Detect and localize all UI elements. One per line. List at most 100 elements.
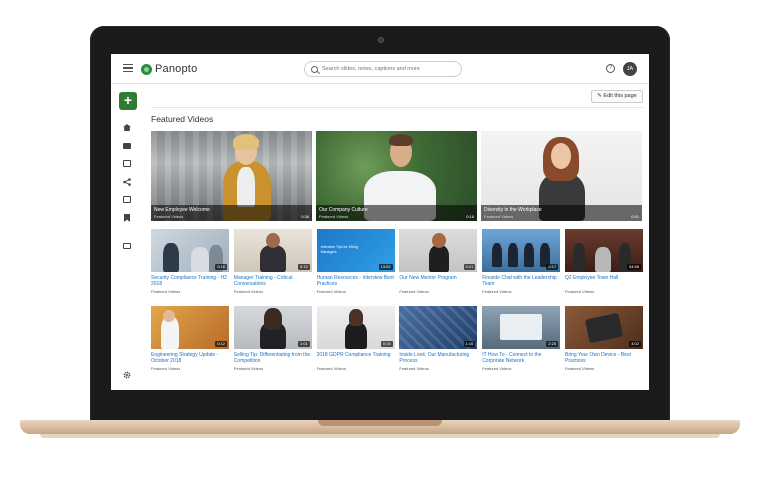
- featured-row: New Employee Welcome Featured Videos 0:3…: [151, 131, 643, 221]
- video-duration: 34:56: [626, 264, 641, 270]
- video-card[interactable]: 0:16 Security Compliance Training - H2 2…: [151, 229, 229, 296]
- video-thumbnail[interactable]: 34:56: [564, 229, 643, 272]
- video-thumbnail[interactable]: 1:16: [399, 306, 478, 349]
- search-icon: [311, 65, 318, 73]
- video-duration: 1:16: [463, 341, 476, 347]
- video-title[interactable]: Security Compliance Training - H2 2018: [151, 275, 229, 288]
- video-card[interactable]: Interview Tips for Hiring Managers 13:52…: [316, 229, 395, 296]
- video-thumbnail[interactable]: 0:21: [399, 229, 478, 272]
- video-card[interactable]: 34:56 Q2 Employee Town Hall Featured Vid…: [564, 229, 643, 296]
- featured-video[interactable]: Our Company Culture Featured Videos 0:16: [316, 131, 477, 221]
- video-thumbnail[interactable]: Interview Tips for Hiring Managers 13:52: [316, 229, 395, 272]
- video-title[interactable]: 2018 GDPR Compliance Training: [317, 352, 395, 365]
- video-duration: 1:01: [298, 341, 310, 347]
- header-divider: [151, 107, 643, 108]
- video-subtitle: Featured Videos: [482, 289, 512, 294]
- laptop-shadow: [40, 434, 720, 438]
- video-card[interactable]: 4:02 Bring Your Own Device - Best Practi…: [564, 306, 643, 373]
- share-icon[interactable]: [123, 178, 131, 186]
- video-duration: 0:17: [546, 264, 559, 270]
- video-card[interactable]: 0:12 Engineering Strategy Update - Octob…: [151, 306, 229, 373]
- featured-video[interactable]: New Employee Welcome Featured Videos 0:3…: [151, 131, 312, 221]
- video-thumbnail[interactable]: 2:25: [482, 306, 561, 349]
- logo[interactable]: Panopto: [141, 62, 197, 76]
- video-thumbnail[interactable]: 0:13: [233, 229, 312, 272]
- video-thumbnail[interactable]: 0:17: [482, 229, 561, 272]
- featured-title: New Employee Welcome: [154, 207, 210, 213]
- create-button[interactable]: +: [119, 92, 137, 110]
- video-thumbnail[interactable]: 1:01: [233, 306, 312, 349]
- video-title[interactable]: IT How To - Connect to the Corporate Net…: [482, 352, 560, 365]
- video-thumbnail[interactable]: 0:16: [151, 229, 229, 272]
- video-thumbnail[interactable]: 0:15: [316, 306, 395, 349]
- video-duration: 0:15: [380, 341, 393, 347]
- folder-icon[interactable]: [123, 142, 131, 150]
- video-duration: 2:25: [546, 341, 559, 347]
- video-subtitle: Featured Videos: [151, 366, 181, 371]
- video-title[interactable]: Fireside Chat with the Leadership Team: [482, 275, 560, 288]
- stack-icon[interactable]: [123, 160, 131, 168]
- video-grid: 0:16 Security Compliance Training - H2 2…: [151, 229, 643, 373]
- featured-title: Diversity in the Workplace: [484, 207, 542, 213]
- video-title[interactable]: Our New Mentor Program: [399, 275, 477, 288]
- video-title[interactable]: Inside Look: Our Manufacturing Process: [399, 352, 477, 365]
- video-card[interactable]: 2:25 IT How To - Connect to the Corporat…: [482, 306, 561, 373]
- logo-text: Panopto: [155, 63, 198, 75]
- edit-page-button[interactable]: ✎ Edit this page: [591, 90, 643, 103]
- video-card[interactable]: 0:21 Our New Mentor Program Featured Vid…: [399, 229, 478, 296]
- video-duration: 0:16: [215, 264, 227, 270]
- video-subtitle: Featured Videos: [151, 289, 181, 294]
- app-screen: Panopto ? JA + ✎ Edit this page Featured…: [111, 54, 649, 390]
- video-duration: 0:12: [215, 341, 227, 347]
- featured-duration: 0:51: [631, 214, 639, 219]
- camera-dot: [378, 37, 384, 43]
- top-bar: Panopto ? JA: [111, 54, 649, 84]
- avatar[interactable]: JA: [623, 62, 637, 76]
- video-title[interactable]: Bring Your Own Device - Best Practices: [565, 352, 643, 365]
- video-subtitle: Featured Videos: [399, 366, 429, 371]
- video-thumbnail[interactable]: 0:12: [151, 306, 229, 349]
- video-subtitle: Featured Videos: [316, 366, 346, 371]
- gear-icon[interactable]: [123, 371, 131, 379]
- folder-outline-icon[interactable]: [123, 242, 131, 250]
- video-title[interactable]: Manager Training - Critical Conversation…: [234, 275, 312, 288]
- panopto-logo-icon: [141, 63, 152, 75]
- video-title[interactable]: Engineering Strategy Update - October 20…: [151, 352, 229, 365]
- featured-subtitle: Featured Videos: [484, 214, 514, 219]
- featured-duration: 0:36: [301, 214, 309, 219]
- featured-video[interactable]: Diversity in the Workplace Featured Vide…: [481, 131, 642, 221]
- search-input[interactable]: [322, 66, 452, 72]
- video-title[interactable]: Q2 Employee Town Hall: [565, 275, 643, 288]
- video-duration: 0:13: [298, 264, 310, 270]
- video-subtitle: Featured Videos: [399, 289, 429, 294]
- video-title[interactable]: Human Resources - Interview Best Practic…: [317, 275, 395, 288]
- video-subtitle: Featured Videos: [233, 289, 264, 294]
- video-card[interactable]: 1:16 Inside Look: Our Manufacturing Proc…: [399, 306, 478, 373]
- bookmark-icon[interactable]: [123, 214, 131, 222]
- list-icon[interactable]: [123, 196, 131, 204]
- left-rail: +: [111, 84, 143, 390]
- video-card[interactable]: 1:01 Selling Tip: Differentiating from t…: [233, 306, 312, 373]
- video-duration: 13:52: [378, 264, 393, 270]
- video-title[interactable]: Selling Tip: Differentiating from the Co…: [234, 352, 312, 365]
- help-icon[interactable]: ?: [606, 64, 615, 73]
- home-icon[interactable]: [123, 124, 131, 132]
- video-subtitle: Featured Videos: [482, 366, 512, 371]
- featured-title: Our Company Culture: [319, 207, 368, 213]
- video-duration: 0:21: [463, 264, 476, 270]
- menu-icon[interactable]: [123, 64, 133, 72]
- video-subtitle: Featured Videos: [564, 289, 595, 294]
- featured-subtitle: Featured Videos: [154, 214, 184, 219]
- main-content: ✎ Edit this page Featured Videos New Emp…: [151, 84, 643, 390]
- video-thumbnail[interactable]: 4:02: [564, 306, 643, 349]
- laptop-notch: [318, 420, 442, 426]
- video-card[interactable]: 0:17 Fireside Chat with the Leadership T…: [482, 229, 561, 296]
- video-card[interactable]: 0:13 Manager Training - Critical Convers…: [233, 229, 312, 296]
- video-subtitle: Featured Videos: [316, 289, 346, 294]
- video-card[interactable]: 0:15 2018 GDPR Compliance Training Featu…: [316, 306, 395, 373]
- video-duration: 4:02: [629, 341, 641, 347]
- video-subtitle: Featured Videos: [233, 366, 264, 371]
- search-box[interactable]: [304, 61, 462, 77]
- featured-subtitle: Featured Videos: [319, 214, 349, 219]
- section-title: Featured Videos: [151, 114, 214, 124]
